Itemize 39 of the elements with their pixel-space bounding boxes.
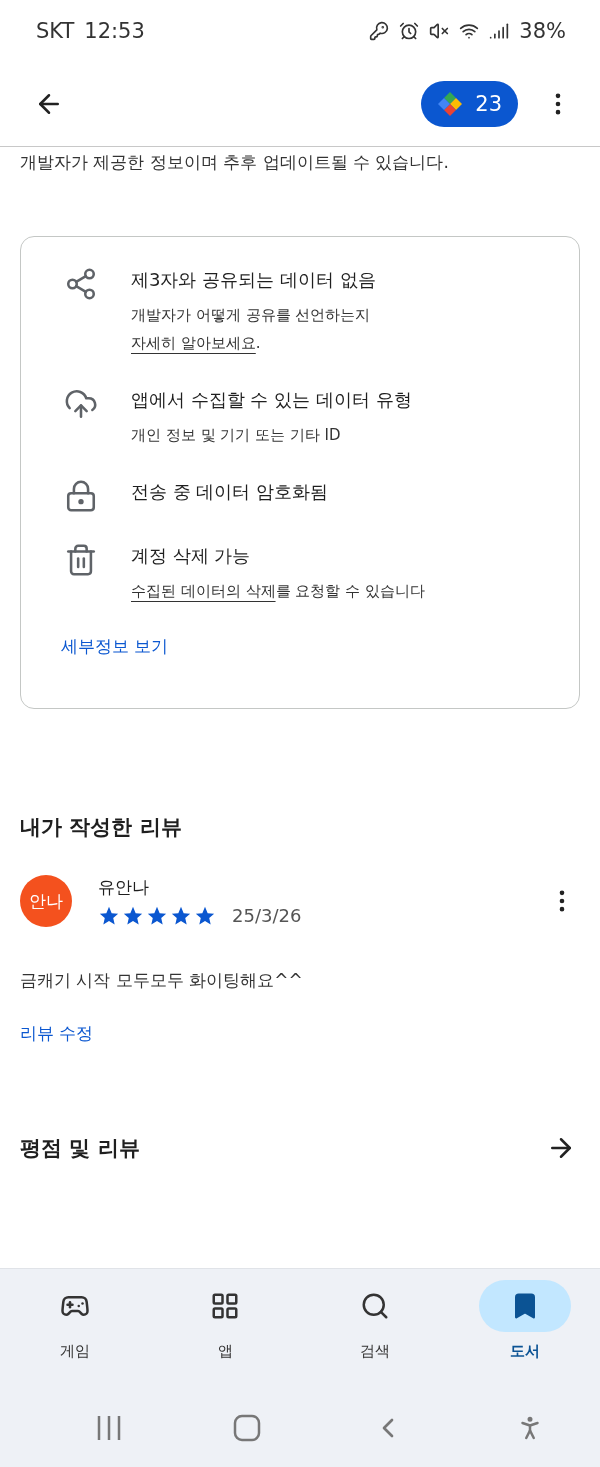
safety-detail: 개발자가 어떻게 공유를 선언하는지 자세히 알아보세요. — [131, 305, 372, 354]
review-text: 금캐기 시작 모두모두 화이팅해요^^ — [20, 969, 304, 992]
safety-title: 제3자와 공유되는 데이터 없음 — [131, 268, 377, 292]
detail-link[interactable]: 자세히 알아보세요 — [131, 334, 256, 352]
disclaimer-text: 개발자가 제공한 정보이며 추후 업데이트될 수 있습니다. — [20, 151, 450, 174]
mute-icon — [429, 21, 450, 41]
signal-icon — [489, 21, 510, 41]
wifi-icon — [459, 21, 480, 41]
section-heading: 평점 및 리뷰 — [20, 1135, 140, 1162]
carrier: SKT — [36, 19, 75, 43]
safety-title: 전송 중 데이터 암호화됨 — [131, 480, 329, 504]
home-icon[interactable] — [232, 1414, 261, 1442]
lock-icon — [64, 479, 98, 513]
battery-level: 38% — [519, 19, 566, 43]
vpn-key-icon — [369, 21, 390, 41]
trash-icon — [64, 543, 98, 577]
share-icon — [64, 267, 98, 301]
section-heading: 내가 작성한 리뷰 — [20, 814, 183, 841]
clock: 12:53 — [84, 19, 145, 43]
see-details-link[interactable]: 세부정보 보기 — [61, 635, 169, 658]
upload-icon — [64, 387, 98, 421]
edit-review-link[interactable]: 리뷰 수정 — [20, 1022, 94, 1045]
search-icon — [360, 1291, 390, 1321]
avatar: 안나 — [20, 875, 72, 927]
detail-link[interactable]: 수집된 데이터의 삭제 — [131, 582, 276, 600]
author-name: 유안나 — [98, 875, 150, 899]
safety-detail: 개인 정보 및 기기 또는 기타 ID — [131, 425, 342, 446]
review-date: 25/3/26 — [232, 905, 302, 926]
nav-tab[interactable]: 게임 — [25, 1279, 125, 1362]
safety-detail: 수집된 데이터의 삭제를 요청할 수 있습니다 — [131, 581, 425, 602]
recent-apps-icon[interactable] — [95, 1414, 122, 1442]
diamond-icon — [437, 91, 464, 117]
safety-title: 계정 삭제 가능 — [131, 544, 252, 568]
apps-icon — [210, 1291, 240, 1321]
safety-title: 앱에서 수집할 수 있는 데이터 유형 — [131, 388, 412, 412]
nav-tab[interactable]: 앱 — [175, 1279, 275, 1362]
alarm-icon — [399, 21, 420, 41]
nav-tab[interactable]: 검색 — [325, 1279, 425, 1362]
points-button[interactable]: 23 — [421, 81, 518, 127]
